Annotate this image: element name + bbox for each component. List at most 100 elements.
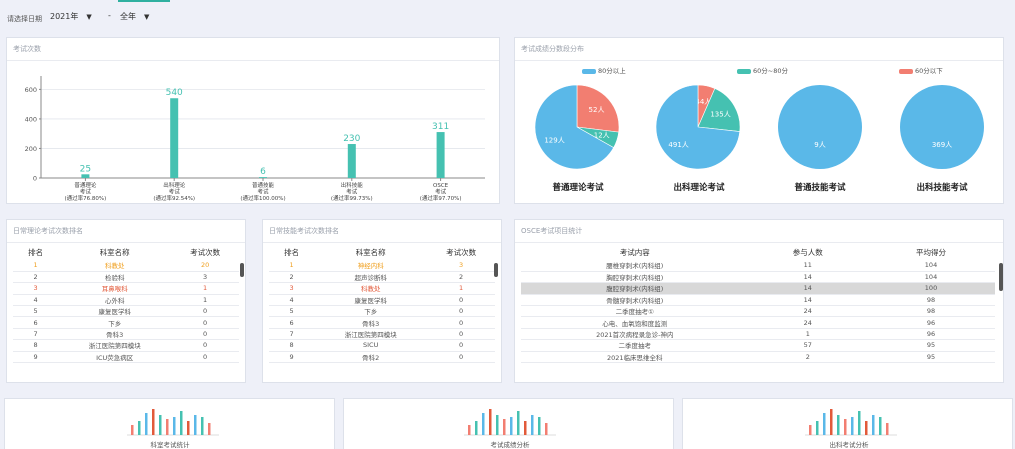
thumb-card-score-analysis[interactable]: 考试成绩分析: [343, 398, 674, 449]
table-row[interactable]: 心电、血氧饱和度监测 24 96: [521, 316, 995, 329]
table-row[interactable]: 7 浙江医院第四模块 0: [269, 328, 495, 341]
pie-slice: [900, 85, 984, 169]
scrollbar[interactable]: [999, 263, 1003, 291]
table-row[interactable]: 7 骨科3 0: [13, 328, 239, 341]
table-row[interactable]: 二季度抽考① 24 98: [521, 305, 995, 318]
table-cell: 14: [748, 282, 868, 295]
table-cell: 96: [867, 316, 995, 329]
table-row[interactable]: 8 浙江医院第四模块 0: [13, 339, 239, 352]
x-tick-label: 考试: [257, 188, 269, 196]
table-cell: 2: [13, 271, 59, 284]
table-cell: 2: [269, 271, 315, 284]
thumb-card-dept-stats[interactable]: 科室考试统计: [4, 398, 335, 449]
mini-chart-icon: [127, 409, 219, 436]
y-tick-label: 200: [25, 145, 37, 153]
table-cell: 二季度抽考①: [521, 305, 749, 318]
table-row[interactable]: 8 SICU 0: [269, 339, 495, 352]
x-tick-label: (通过率76.80%): [65, 194, 107, 202]
bar: [436, 132, 445, 178]
table-cell: 104: [867, 260, 995, 272]
scrollbar[interactable]: [494, 263, 498, 277]
table-row[interactable]: 2021临床思维全科 2 95: [521, 351, 995, 364]
legend-item: 60分以下: [899, 65, 943, 75]
table-row[interactable]: 2 超声诊断科 2: [269, 271, 495, 284]
table-cell: 2: [427, 271, 495, 284]
table-cell: 0: [427, 294, 495, 307]
table-cell: 20: [171, 260, 239, 272]
exam-count-bar-chart: 020040060025普通理论考试(通过率76.80%)540出科理论考试(通…: [25, 76, 485, 202]
table-cell: 耳鼻喉科: [58, 282, 172, 295]
x-tick-label: 普通理论: [74, 181, 97, 189]
table-row[interactable]: 腹腔穿刺术(内科组) 14 100: [521, 282, 995, 295]
table-row[interactable]: 6 骨科3 0: [269, 316, 495, 329]
panel-title: 考试成绩分数段分布: [521, 45, 584, 53]
x-tick-label: 考试: [169, 188, 181, 196]
table-cell: 95: [867, 339, 995, 352]
col-header: 考试内容: [619, 247, 650, 257]
table-cell: 检验科: [58, 271, 172, 284]
y-tick-label: 0: [33, 175, 37, 183]
bar: [259, 177, 267, 178]
table-row[interactable]: 9 骨科2 0: [269, 351, 495, 364]
x-tick-label: 考试: [346, 188, 358, 196]
table-row[interactable]: 二季度抽考 57 95: [521, 339, 995, 352]
pie-slice-label: 369人: [932, 141, 952, 149]
col-header: 科室名称: [99, 247, 130, 257]
chevron-down-icon: ▼: [144, 13, 150, 21]
thumb-caption: 考试成绩分析: [490, 441, 530, 449]
period-select[interactable]: 全年 ▼: [120, 11, 149, 22]
table-row[interactable]: 2021首次病程录急诊-神内 1 96: [521, 328, 995, 341]
legend-item: 60分~80分: [737, 65, 788, 75]
pie-slice-label: 129人: [544, 137, 564, 145]
table-row[interactable]: 3 耳鼻喉科 1: [13, 282, 239, 295]
table-row[interactable]: 骨髓穿刺术(内科组) 14 98: [521, 294, 995, 307]
pie-slice-label: 9人: [814, 141, 825, 149]
table-row[interactable]: 9 ICU荧急病区 0: [13, 351, 239, 364]
pie-slice-label: 491人: [668, 141, 688, 149]
chevron-down-icon: ▼: [86, 13, 92, 21]
table-cell: 骨髓穿刺术(内科组): [521, 294, 749, 307]
table-row[interactable]: 1 神经内科 3: [269, 260, 495, 272]
panel-title: 考试次数: [13, 45, 41, 53]
table-cell: 1: [171, 294, 239, 307]
table-cell: 科教处: [58, 260, 172, 272]
table-cell: 95: [867, 351, 995, 364]
table-row[interactable]: 6 下乡 0: [13, 316, 239, 329]
scrollbar[interactable]: [240, 263, 244, 277]
table-cell: 9: [269, 351, 315, 364]
thumb-caption: 出科考试分析: [829, 441, 869, 449]
table-cell: 0: [427, 305, 495, 318]
table-row[interactable]: 胸腔穿刺术(内科组) 14 104: [521, 271, 995, 284]
table-cell: 心电、血氧饱和度监测: [521, 316, 749, 329]
skill-rank-panel: 日常技能考试次数排名 排名 科室名称 考试次数 1 神经内科 3 2 超声诊断科 2 3 科教处 1…: [262, 219, 502, 383]
table-row[interactable]: 5 下乡 0: [269, 305, 495, 318]
date-filter-label: 请选择日期: [7, 15, 42, 23]
table-row[interactable]: 1 科教处 20: [13, 260, 239, 272]
table-cell: 3: [171, 271, 239, 284]
table-cell: 0: [427, 316, 495, 329]
table-row[interactable]: 腰椎穿刺术(内科组) 11 104: [521, 260, 995, 272]
year-select[interactable]: 2021年 ▼: [50, 11, 92, 22]
table-cell: 1: [427, 282, 495, 295]
table-row[interactable]: 5 康复医学科 0: [13, 305, 239, 318]
bar-value-label: 6: [260, 167, 266, 177]
table-cell: 4: [269, 294, 315, 307]
table-cell: 98: [867, 305, 995, 318]
pie-slice-label: 135人: [710, 110, 730, 118]
panel-title: OSCE考试项目统计: [521, 227, 583, 235]
table-cell: 骨科3: [58, 328, 172, 341]
pie-title: 出科理论考试: [673, 183, 725, 193]
table-cell: 57: [748, 339, 868, 352]
table-cell: 胸腔穿刺术(内科组): [521, 271, 749, 284]
table-row[interactable]: 2 检验科 3: [13, 271, 239, 284]
table-row[interactable]: 4 心外科 1: [13, 294, 239, 307]
x-tick-label: (通过率97.70%): [420, 194, 462, 202]
table-cell: 3: [269, 282, 315, 295]
thumb-card-rotation-analysis[interactable]: 出科考试分析: [682, 398, 1013, 449]
table-cell: 3: [13, 282, 59, 295]
table-row[interactable]: 4 康复医学科 0: [269, 294, 495, 307]
table-cell: ICU荧急病区: [58, 351, 172, 364]
table-row[interactable]: 3 科教处 1: [269, 282, 495, 295]
pie-title: 出科技能考试: [916, 183, 968, 193]
table-cell: 1: [13, 260, 59, 272]
